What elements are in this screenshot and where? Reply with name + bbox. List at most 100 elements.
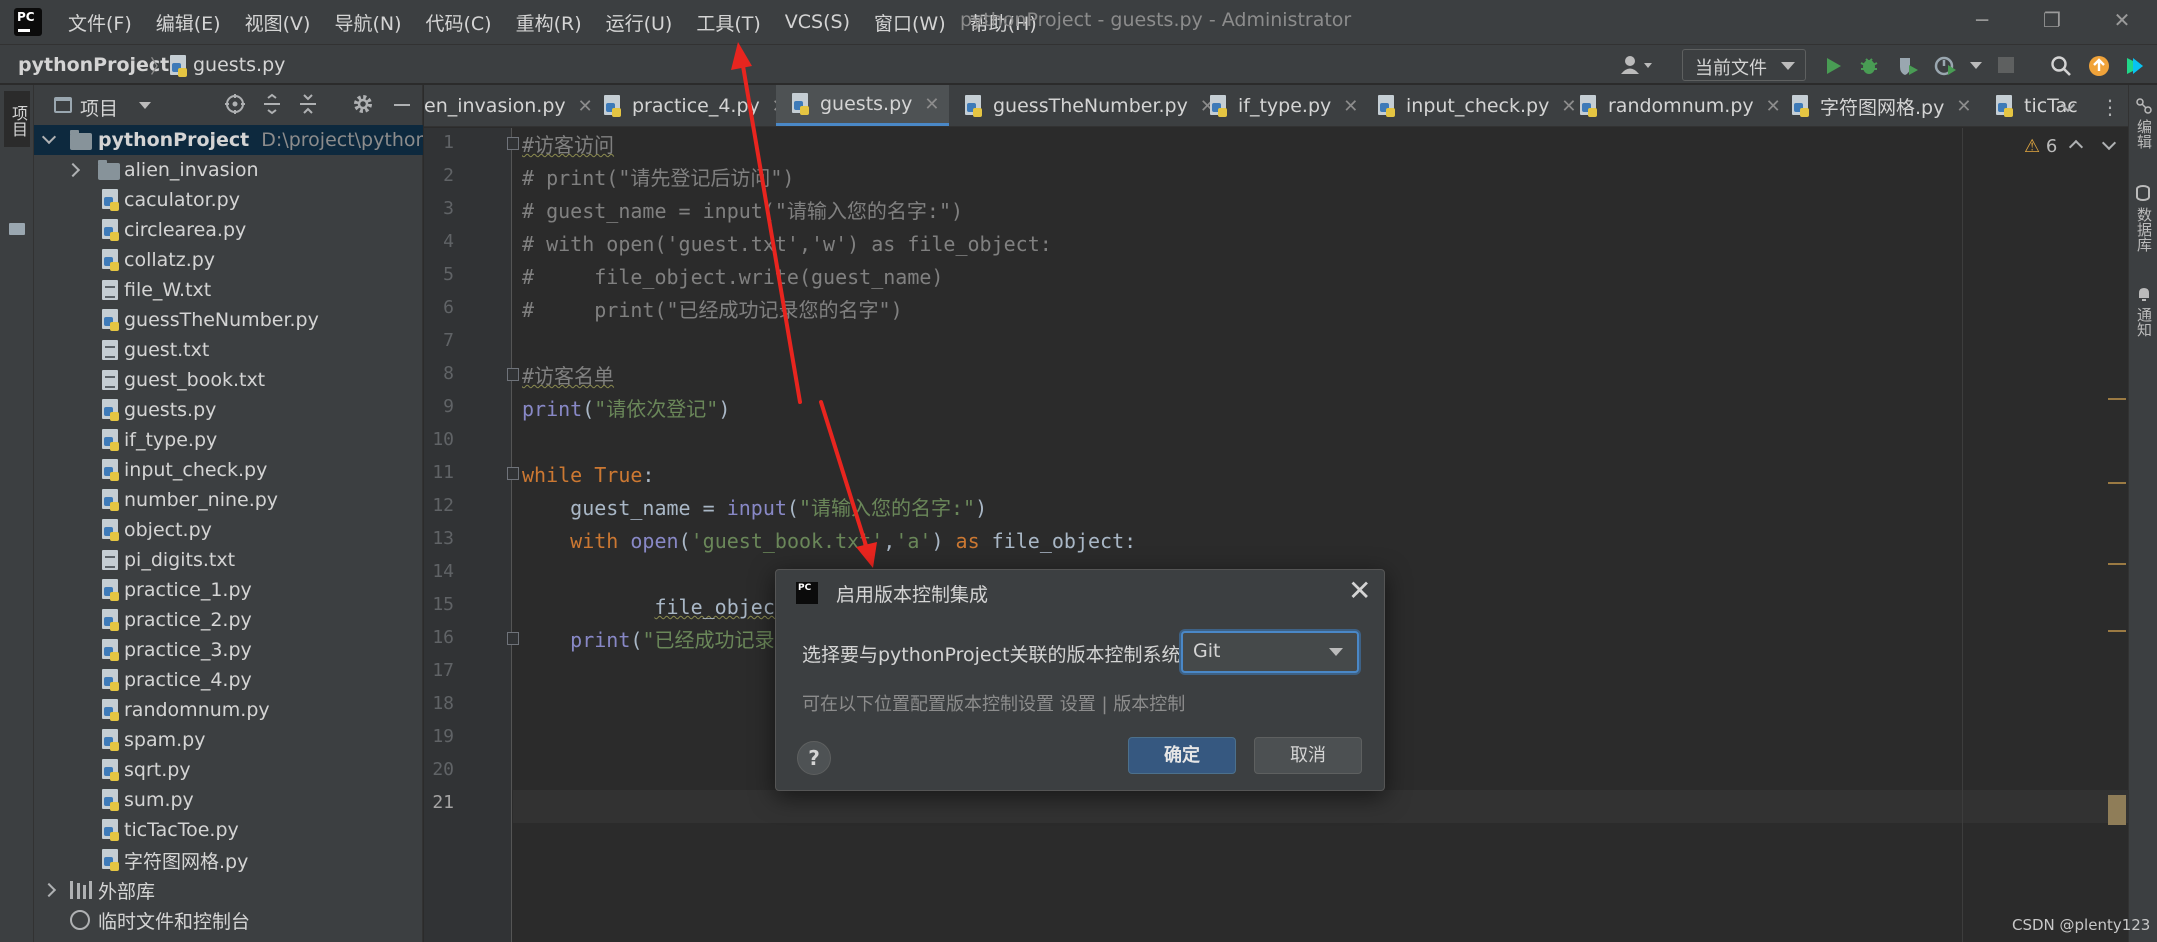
tree-file[interactable]: sqrt.py	[34, 755, 423, 785]
menu-item[interactable]: VCS(S)	[773, 11, 862, 33]
tree-file[interactable]: spam.py	[34, 725, 423, 755]
code-line[interactable]: #访客名单	[522, 360, 614, 393]
locate-file-icon[interactable]	[224, 93, 246, 120]
project-panel-title[interactable]: 项目	[80, 94, 118, 121]
cancel-button[interactable]: 取消	[1254, 737, 1362, 774]
menu-item[interactable]: 运行(U)	[594, 9, 685, 36]
close-icon[interactable]: ✕	[1348, 574, 1371, 607]
project-tool-window-button[interactable]: 项目	[4, 91, 30, 147]
right-strip-database[interactable]: 数据库	[2133, 207, 2155, 252]
minimize-button[interactable]: ─	[1954, 0, 2010, 40]
code-line[interactable]: # with open('guest.txt','w') as file_obj…	[522, 228, 1052, 261]
tree-file[interactable]: pi_digits.txt	[34, 545, 423, 575]
breadcrumb-file[interactable]: guests.py	[193, 54, 285, 76]
tree-file[interactable]: practice_4.py	[34, 665, 423, 695]
code-line[interactable]: # guest_name = input("请输入您的名字:")	[522, 195, 963, 228]
scrollbar-marker[interactable]	[2108, 630, 2126, 632]
scrollbar-marker[interactable]	[2108, 563, 2126, 565]
code-line[interactable]: # file_object.write(guest_name)	[522, 261, 943, 294]
code-line[interactable]: guest_name = input("请输入您的名字:")	[522, 492, 987, 525]
menu-item[interactable]: 文件(F)	[56, 9, 144, 36]
chevron-down-icon[interactable]	[139, 102, 151, 109]
profile-icon[interactable]	[1934, 55, 1956, 77]
user-account-icon[interactable]	[1620, 54, 1654, 81]
editor-tab[interactable]: guests.py ✕	[776, 85, 950, 126]
expand-all-icon[interactable]	[262, 93, 282, 120]
code-line[interactable]: # print("请先登记后访问")	[522, 162, 794, 195]
code-line[interactable]: print("请依次登记")	[522, 393, 730, 426]
menu-item[interactable]: 代码(C)	[413, 9, 503, 36]
scrollbar-marker[interactable]	[2108, 398, 2126, 400]
tree-file[interactable]: if_type.py	[34, 425, 423, 455]
chevron-down-icon[interactable]	[41, 129, 57, 145]
chevron-right-icon[interactable]	[65, 162, 81, 178]
tree-file[interactable]: 字符图网格.py	[34, 845, 423, 875]
coverage-icon[interactable]	[1896, 55, 1918, 77]
tree-file[interactable]: object.py	[34, 515, 423, 545]
search-icon[interactable]	[2050, 55, 2072, 77]
tree-file[interactable]: guessTheNumber.py	[34, 305, 423, 335]
menu-item[interactable]: 重构(R)	[504, 9, 594, 36]
menu-item[interactable]: 工具(T)	[684, 9, 772, 36]
close-window-button[interactable]: ✕	[2094, 0, 2150, 40]
tree-file[interactable]: randomnum.py	[34, 695, 423, 725]
editor-tab[interactable]: if_type.py ✕	[1194, 85, 1368, 126]
fold-marker-icon[interactable]	[507, 368, 519, 381]
tree-file[interactable]: input_check.py	[34, 455, 423, 485]
help-button[interactable]: ?	[797, 741, 831, 775]
tree-file[interactable]: practice_3.py	[34, 635, 423, 665]
pycharm-logo-icon[interactable]: PC	[11, 5, 45, 39]
update-icon[interactable]	[2088, 55, 2110, 77]
tree-file[interactable]: guest_book.txt	[34, 365, 423, 395]
tree-file[interactable]: caculator.py	[34, 185, 423, 215]
run-more-chevron-icon[interactable]	[1970, 62, 1982, 69]
code-line[interactable]: while True:	[522, 459, 654, 492]
more-tabs-icon[interactable]: ⋮	[2100, 95, 2120, 119]
tree-file[interactable]: number_nine.py	[34, 485, 423, 515]
breadcrumb-project[interactable]: pythonProject	[18, 54, 169, 76]
right-strip-notifications[interactable]: 通知	[2133, 307, 2155, 337]
menu-item[interactable]: 视图(V)	[233, 9, 323, 36]
debug-icon[interactable]	[1858, 55, 1880, 77]
scrollbar-marker[interactable]	[2108, 482, 2126, 484]
menu-item[interactable]: 窗口(W)	[862, 9, 958, 36]
code-line[interactable]: #访客访问	[522, 129, 614, 162]
fold-marker-icon[interactable]	[507, 137, 519, 150]
folder-icon[interactable]	[9, 223, 25, 235]
editor-tab[interactable]: input_check.py ✕	[1362, 85, 1586, 126]
tree-folder[interactable]: alien_invasion	[34, 155, 423, 185]
code-line[interactable]: with open('guest_book.txt','a') as file_…	[522, 525, 1136, 558]
tree-scratches[interactable]: 临时文件和控制台	[34, 905, 423, 935]
tree-file[interactable]: guest.txt	[34, 335, 423, 365]
fold-marker-icon[interactable]	[507, 467, 519, 480]
jetbrains-ai-icon[interactable]	[2124, 55, 2146, 77]
menu-item[interactable]: 编辑(E)	[144, 9, 233, 36]
close-icon[interactable]: ✕	[1343, 96, 1358, 117]
run-icon[interactable]	[1822, 55, 1844, 77]
gear-icon[interactable]	[352, 93, 374, 120]
editor-tab[interactable]: en_invasion.py ✕	[424, 85, 603, 126]
hide-panel-icon[interactable]	[394, 104, 410, 106]
code-line[interactable]: file_object	[522, 591, 786, 624]
vcs-select[interactable]: Git	[1181, 631, 1359, 673]
stop-icon[interactable]	[1998, 57, 2014, 73]
tree-file[interactable]: ticTacToe.py	[34, 815, 423, 845]
menu-item[interactable]: 导航(N)	[322, 9, 413, 36]
tree-file[interactable]: file_W.txt	[34, 275, 423, 305]
collapse-all-icon[interactable]	[298, 93, 318, 120]
fold-marker-icon[interactable]	[507, 632, 519, 645]
ok-button[interactable]: 确定	[1128, 737, 1236, 774]
tree-file[interactable]: collatz.py	[34, 245, 423, 275]
tree-root-project[interactable]: pythonProject D:\project\pythonProj	[34, 125, 423, 155]
run-configuration-select[interactable]: 当前文件	[1682, 49, 1806, 81]
editor-tab[interactable]: practice_4.py✕	[588, 85, 797, 126]
restore-button[interactable]: ❐	[2024, 0, 2080, 40]
tree-file[interactable]: practice_1.py	[34, 575, 423, 605]
editor-tab[interactable]: guessTheNumber.py ✕	[949, 85, 1225, 126]
tree-file[interactable]: circlearea.py	[34, 215, 423, 245]
chevron-right-icon[interactable]	[41, 882, 57, 898]
tree-file[interactable]: guests.py	[34, 395, 423, 425]
scrollbar-caret-marker[interactable]	[2108, 795, 2126, 825]
right-strip-edit[interactable]: 编辑	[2133, 119, 2155, 149]
tree-external-libraries[interactable]: 外部库	[34, 875, 423, 905]
